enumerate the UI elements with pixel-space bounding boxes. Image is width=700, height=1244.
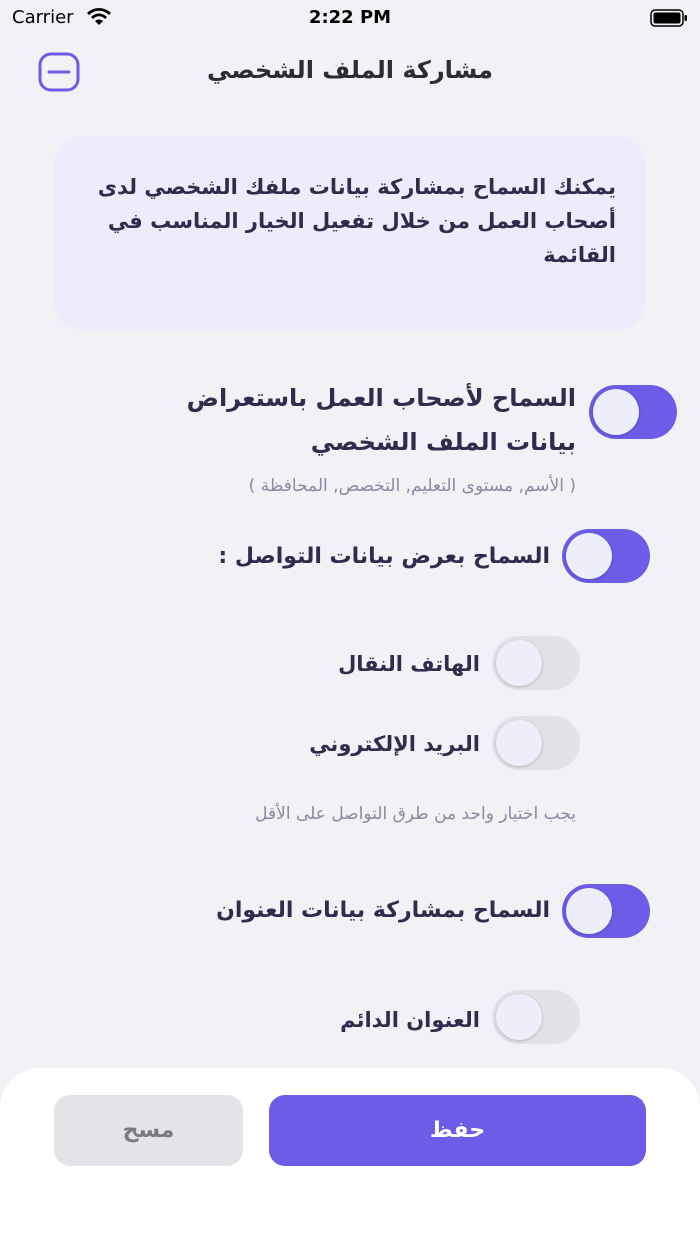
email-label: البريد الإلكتروني: [309, 732, 480, 756]
email-toggle[interactable]: [492, 716, 580, 770]
permanent-address-toggle[interactable]: [492, 990, 580, 1044]
profile-fields-hint: ( الأسم, مستوى التعليم, التخصص, المحافظة…: [248, 476, 576, 496]
info-text: يمكنك السماح بمشاركة بيانات ملفك الشخصي …: [97, 175, 616, 267]
mobile-toggle[interactable]: [492, 636, 580, 690]
info-card: يمكنك السماح بمشاركة بيانات ملفك الشخصي …: [54, 136, 646, 330]
battery-icon: [650, 9, 687, 27]
clear-button[interactable]: مسح: [54, 1095, 243, 1166]
permanent-address-label: العنوان الدائم: [340, 1008, 480, 1032]
toggle-knob: [496, 994, 542, 1040]
status-bar: Carrier 2:22 PM: [0, 0, 700, 36]
contact-method-hint: يجب اختيار واحد من طرق التواصل على الأقل: [255, 804, 576, 824]
page-title: مشاركة الملف الشخصي: [207, 56, 493, 84]
mobile-label: الهاتف النقال: [338, 652, 480, 676]
status-time: 2:22 PM: [308, 7, 392, 28]
toggle-knob: [496, 640, 542, 686]
profile-sharing-toggle[interactable]: [589, 385, 677, 439]
toggle-knob: [496, 720, 542, 766]
contact-sharing-label: السماح بعرض بيانات التواصل :: [218, 544, 550, 569]
toggle-knob: [593, 389, 639, 435]
contact-sharing-toggle[interactable]: [562, 529, 650, 583]
address-sharing-toggle[interactable]: [562, 884, 650, 938]
bottom-action-sheet: مسح حفظ: [0, 1068, 700, 1244]
address-sharing-label: السماح بمشاركة بيانات العنوان: [216, 898, 550, 923]
profile-sharing-label: السماح لأصحاب العمل باستعراض بيانات المل…: [186, 384, 576, 456]
save-button[interactable]: حفظ: [269, 1095, 646, 1166]
toggle-knob: [566, 533, 612, 579]
toggle-knob: [566, 888, 612, 934]
